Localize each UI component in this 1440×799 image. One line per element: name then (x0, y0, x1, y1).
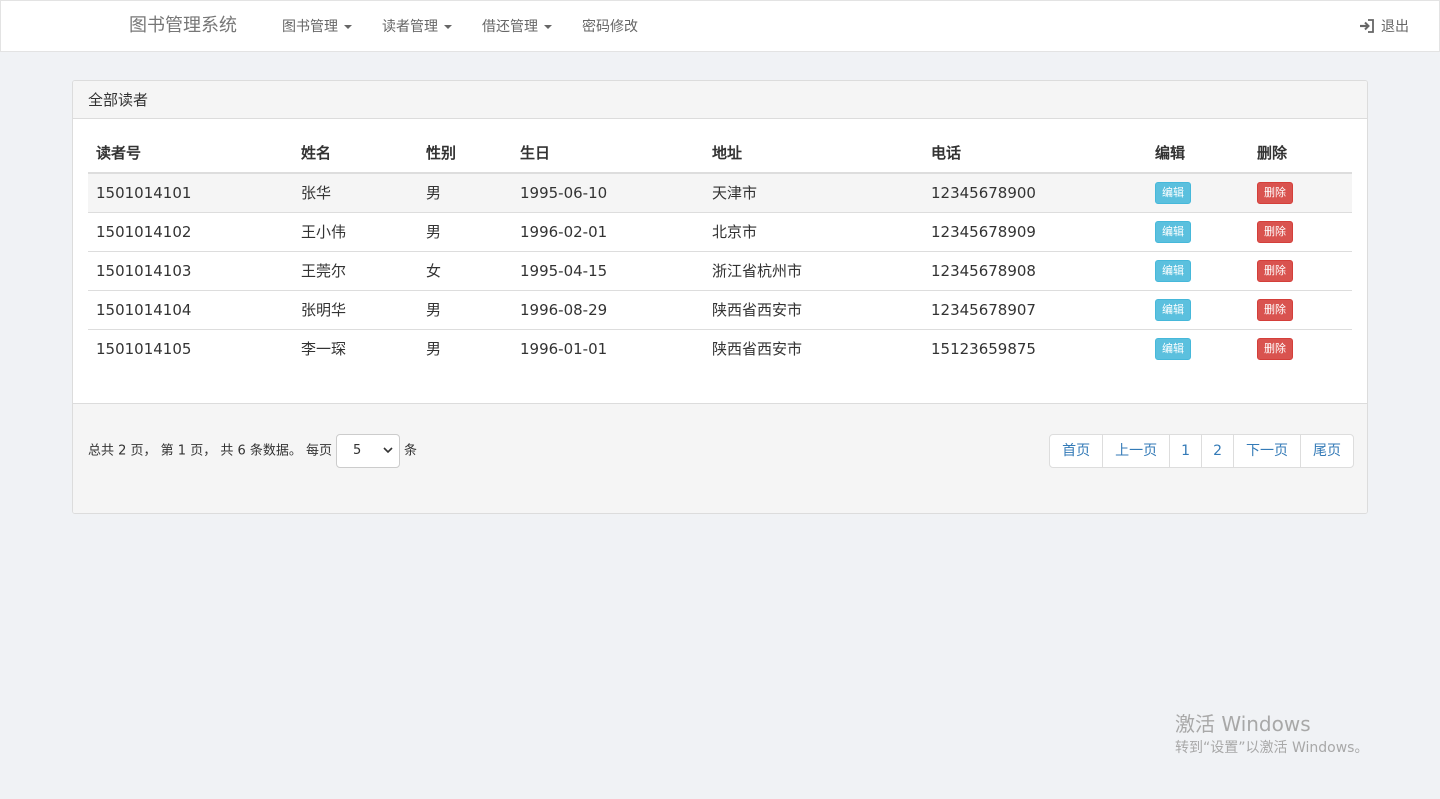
reader-phone: 15123659875 (931, 339, 1036, 358)
reader-address: 天津市 (704, 173, 923, 213)
column-header: 姓名 (293, 133, 418, 174)
table-row: 1501014103 王莞尔 女 1995-04-15 浙江省杭州市 12345… (88, 251, 1352, 291)
reader-birthday: 1996-01-01 (520, 339, 608, 358)
reader-gender: 女 (418, 251, 512, 291)
caret-down-icon (344, 25, 352, 29)
first-page-link[interactable]: 首页 (1050, 435, 1102, 467)
edit-button[interactable]: 编辑 (1155, 181, 1191, 204)
reader-birthday: 1996-02-01 (512, 212, 704, 252)
column-header: 编辑 (1147, 133, 1249, 174)
reader-birthday: 1995-04-15 (512, 251, 704, 291)
table-row: 1501014105 李一琛 男 1996-01-01 陕西省西安市 15123… (88, 329, 1352, 368)
pagination: 首页 上一页 1 2 下一页 尾页 (1049, 434, 1354, 468)
page-1-link[interactable]: 1 (1169, 435, 1201, 467)
reader-gender: 男 (418, 212, 512, 252)
sign-out-icon (1360, 19, 1374, 33)
table-header-row: 读者号 姓名 性别 生日 地址 电话 编辑 删除 (88, 133, 1352, 174)
last-page-link[interactable]: 尾页 (1300, 435, 1353, 467)
chevron-down-icon (383, 447, 393, 454)
reader-phone: 12345678907 (923, 290, 1147, 330)
reader-id: 1501014103 (88, 251, 293, 291)
delete-button[interactable]: 删除 (1257, 337, 1293, 360)
reader-address: 陕西省西安市 (704, 290, 923, 330)
top-navbar: 图书管理系统 图书管理 读者管理 借还管理 密码修改 退出 (0, 0, 1440, 52)
reader-birthday: 1996-08-29 (512, 290, 704, 330)
page-size-unit: 条 (404, 443, 418, 459)
caret-down-icon (544, 25, 552, 29)
nav-change-password[interactable]: 密码修改 (582, 18, 638, 36)
nav-label: 借还管理 (482, 19, 538, 35)
table-row: 1501014102 王小伟 男 1996-02-01 北京市 12345678… (88, 212, 1352, 252)
reader-phone: 12345678908 (923, 251, 1147, 291)
nav-label: 密码修改 (582, 19, 638, 35)
panel-title: 全部读者 (73, 81, 1367, 119)
prev-page-link[interactable]: 上一页 (1102, 435, 1169, 467)
reader-name: 张明华 (293, 290, 418, 330)
reader-address: 浙江省杭州市 (704, 251, 923, 291)
reader-gender: 男 (418, 290, 512, 330)
delete-button[interactable]: 删除 (1257, 220, 1293, 243)
panel-footer: 总共 2 页， 第 1 页， 共 6 条数据。 每页 5 条 首页 上一页 1 2 … (73, 403, 1367, 513)
page-2-link[interactable]: 2 (1201, 435, 1233, 467)
nav-borrow-return-management[interactable]: 借还管理 (482, 18, 552, 36)
nav-label: 图书管理 (282, 19, 338, 35)
reader-id: 1501014102 (88, 212, 293, 252)
edit-button[interactable]: 编辑 (1155, 298, 1191, 321)
readers-table: 读者号 姓名 性别 生日 地址 电话 编辑 删除 1501014101 张华 男… (88, 133, 1352, 368)
edit-button[interactable]: 编辑 (1155, 337, 1191, 360)
table-row: 1501014101 张华 男 1995-06-10 天津市 123456789… (88, 173, 1352, 213)
delete-button[interactable]: 删除 (1257, 298, 1293, 321)
reader-address: 北京市 (704, 212, 923, 252)
column-header: 读者号 (88, 133, 293, 174)
reader-phone: 12345678900 (923, 173, 1147, 213)
table-row: 1501014104 张明华 男 1996-08-29 陕西省西安市 12345… (88, 290, 1352, 330)
delete-button[interactable]: 删除 (1257, 181, 1293, 204)
next-page-link[interactable]: 下一页 (1233, 435, 1300, 467)
reader-id: 1501014105 (96, 339, 192, 358)
column-header: 删除 (1249, 133, 1352, 174)
logout-label: 退出 (1381, 19, 1409, 35)
logout-button[interactable]: 退出 (1359, 18, 1409, 36)
reader-name: 王小伟 (293, 212, 418, 252)
column-header: 性别 (418, 133, 512, 174)
column-header: 地址 (704, 133, 923, 174)
reader-id: 1501014104 (88, 290, 293, 330)
pagination-info: 总共 2 页， 第 1 页， 共 6 条数据。 每页 5 条 (88, 434, 417, 468)
reader-gender: 男 (426, 340, 442, 359)
edit-button[interactable]: 编辑 (1155, 259, 1191, 282)
caret-down-icon (444, 25, 452, 29)
column-header: 电话 (923, 133, 1147, 174)
nav-reader-management[interactable]: 读者管理 (382, 18, 452, 36)
page-size-select[interactable]: 5 (336, 434, 401, 468)
brand-title[interactable]: 图书管理系统 (129, 15, 237, 37)
watermark-title: 激活 Windows (1175, 712, 1311, 736)
delete-button[interactable]: 删除 (1257, 259, 1293, 282)
reader-id: 1501014101 (88, 173, 293, 213)
watermark-subtitle: 转到“设置”以激活 Windows。 (1175, 740, 1369, 756)
readers-table-container: 读者号 姓名 性别 生日 地址 电话 编辑 删除 1501014101 张华 男… (88, 133, 1352, 368)
nav-label: 读者管理 (382, 19, 438, 35)
reader-name: 李一琛 (301, 340, 347, 359)
readers-panel: 全部读者 读者号 姓名 性别 生日 地址 电话 编辑 删除 1501014101… (72, 80, 1368, 514)
reader-phone: 12345678909 (923, 212, 1147, 252)
edit-button[interactable]: 编辑 (1155, 220, 1191, 243)
reader-birthday: 1995-06-10 (512, 173, 704, 213)
reader-name: 张华 (293, 173, 418, 213)
reader-name: 王莞尔 (293, 251, 418, 291)
reader-address: 陕西省西安市 (712, 340, 803, 359)
nav-book-management[interactable]: 图书管理 (282, 18, 352, 36)
reader-gender: 男 (418, 173, 512, 213)
windows-activation-watermark: 激活 Windows 转到“设置”以激活 Windows。 (1175, 712, 1368, 758)
pagination-summary: 总共 2 页， 第 1 页， 共 6 条数据。 每页 (88, 443, 333, 459)
page-size-value: 5 (353, 443, 362, 458)
column-header: 生日 (512, 133, 704, 174)
